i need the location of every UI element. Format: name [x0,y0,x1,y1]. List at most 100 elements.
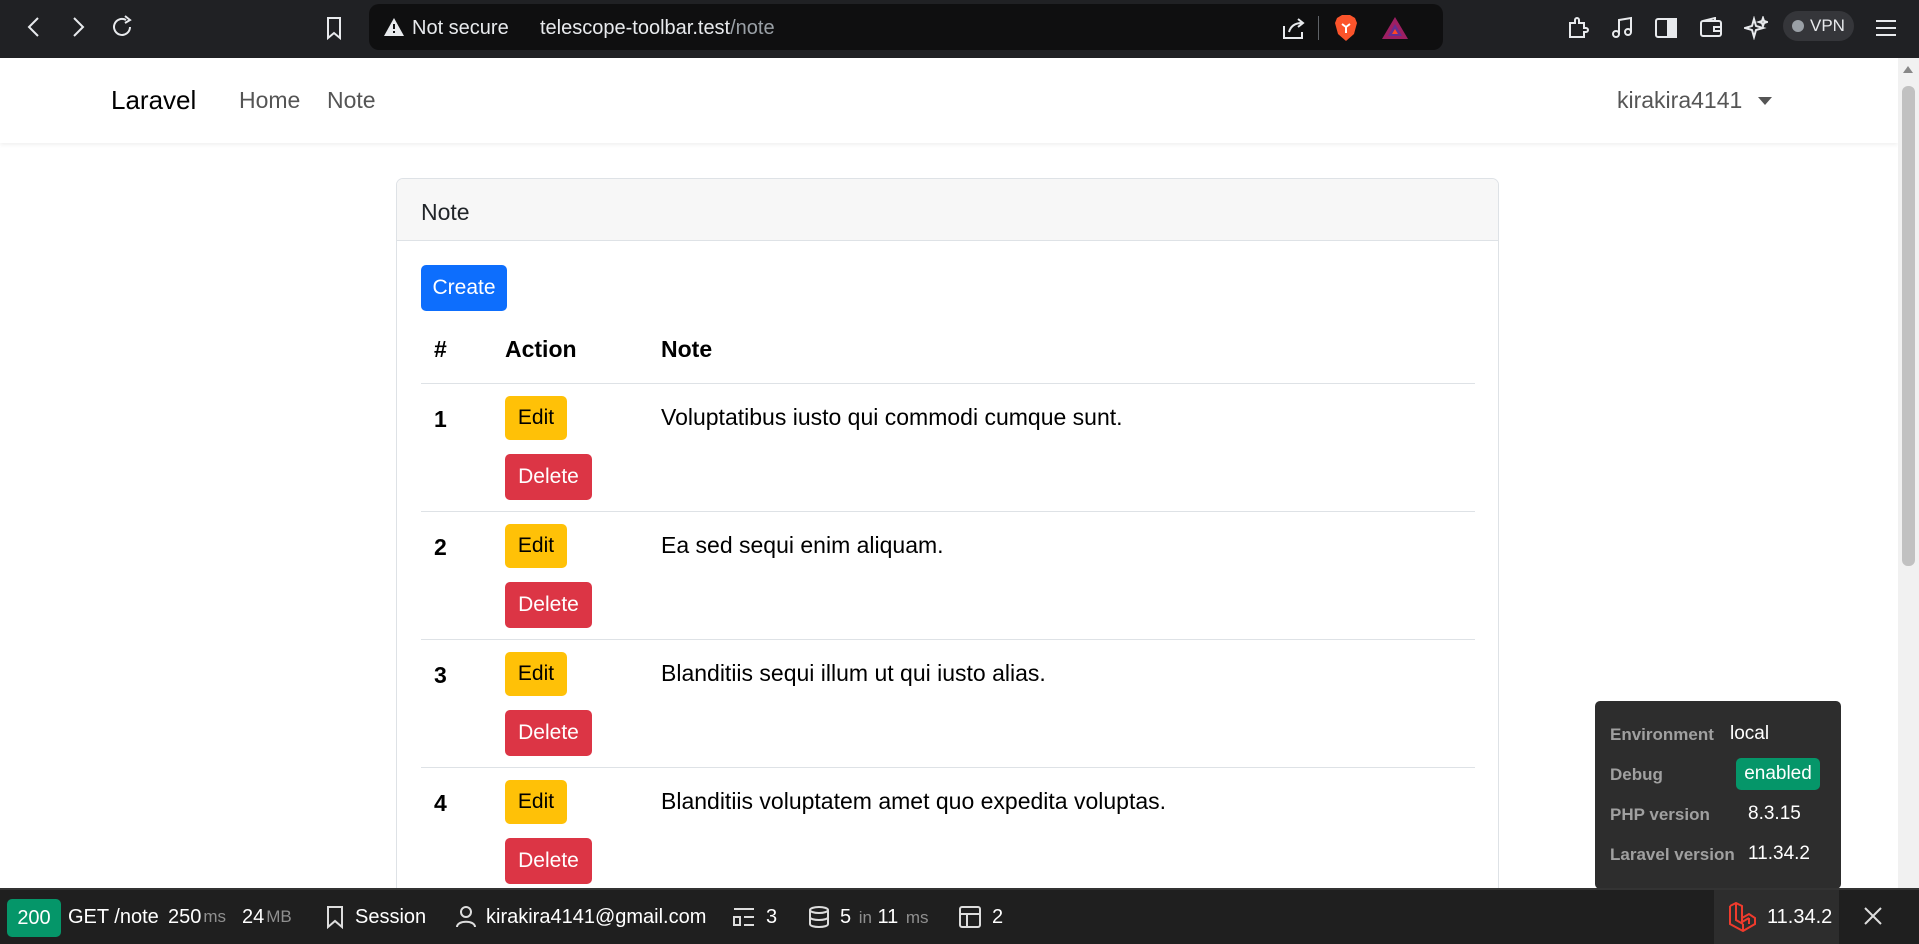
media-icon[interactable] [1609,14,1637,42]
scroll-up-arrow-icon[interactable] [1903,66,1913,73]
user-dropdown[interactable]: kirakira4141 [1617,87,1773,114]
queries-unit: ms [905,907,929,927]
database-icon [809,906,829,928]
user-email: kirakira4141@gmail.com [486,905,707,928]
queries-item[interactable]: 5 in 11 ms [808,890,928,944]
views-item[interactable]: 3 [732,890,777,944]
caret-down-icon [1758,96,1773,105]
nav-link-note[interactable]: Note [327,87,376,114]
scrollbar-thumb[interactable] [1902,86,1915,566]
security-label[interactable]: Not secure [412,17,509,40]
user-item[interactable]: kirakira4141@gmail.com [455,890,706,944]
laravel-version-label: Laravel version [1610,845,1735,864]
url-text[interactable]: telescope-toolbar.test/note [540,17,775,40]
laravel-version-value: 11.34.2 [1748,843,1810,864]
column-header-id: # [434,336,447,362]
column-header-action: Action [505,336,577,362]
queries-count: 5 [840,905,852,928]
row-note: Ea sed sequi enim aliquam. [661,532,944,558]
forward-icon[interactable] [63,12,93,42]
table-row: 3 Edit Delete Blanditiis sequi illum ut … [421,640,1475,768]
row-id: 3 [434,662,447,688]
table-row: 2 Edit Delete Ea sed sequi enim aliquam. [421,512,1475,640]
edit-button[interactable]: Edit [505,524,567,568]
menu-icon[interactable] [1872,14,1900,42]
bookmark-icon[interactable] [324,16,344,45]
app-navbar: Laravel Home Note kirakira4141 [0,58,1898,143]
duration-item[interactable]: 250 ms [168,890,226,944]
delete-button[interactable]: Delete [505,710,592,756]
memory-item[interactable]: 24 MB [242,890,292,944]
table-row: 1 Edit Delete Voluptatibus iusto qui com… [421,384,1475,512]
leo-ai-icon[interactable] [1742,14,1770,42]
row-id: 2 [434,534,447,560]
environment-value: local [1730,723,1770,744]
brave-shield-icon[interactable] [1333,14,1359,42]
vpn-label: VPN [1810,16,1845,35]
memory-unit: MB [266,907,292,926]
table-row: 4 Edit Delete Blanditiis voluptatem amet… [421,768,1475,896]
sidebar-icon[interactable] [1652,14,1680,42]
telescope-info-popup: Environment local Debug enabled PHP vers… [1595,701,1841,889]
row-note: Voluptatibus iusto qui commodi cumque su… [661,404,1123,430]
row-id: 1 [434,406,447,432]
address-bar[interactable]: Not secure telescope-toolbar.test/note [327,4,1443,50]
wallet-icon[interactable] [1697,14,1725,42]
user-icon [456,906,476,928]
debug-badge: enabled [1736,758,1820,790]
nav-link-home[interactable]: Home [239,87,300,114]
request-label: GET /note [68,905,159,928]
models-count: 2 [992,905,1004,928]
vpn-button[interactable]: VPN [1783,11,1854,41]
row-note: Blanditiis sequi illum ut qui iusto alia… [661,660,1046,686]
edit-button[interactable]: Edit [505,780,567,824]
browser-chrome: Not secure telescope-toolbar.test/note V… [0,0,1919,58]
memory-value: 24 [242,905,265,928]
session-item[interactable]: Session [326,890,426,944]
debug-label: Debug [1610,765,1663,784]
environment-label: Environment [1610,725,1714,744]
delete-button[interactable]: Delete [505,582,592,628]
column-header-note: Note [661,336,713,362]
queries-in: in [858,907,872,927]
extensions-icon[interactable] [1564,14,1592,42]
table-header: # Action Note [421,336,1475,384]
models-item[interactable]: 2 [958,890,1003,944]
reload-icon[interactable] [107,12,137,42]
telescope-toolbar: 200 GET /note 250 ms 24 MB Session kirakir… [0,888,1919,944]
status-badge[interactable]: 200 [7,899,61,937]
back-icon[interactable] [19,12,49,42]
separator [1318,16,1319,40]
rewards-icon[interactable] [1381,16,1409,40]
delete-button[interactable]: Delete [505,454,592,500]
url-host: telescope-toolbar.test [540,17,731,39]
close-icon[interactable] [1862,905,1884,927]
models-icon [959,906,981,928]
views-icon [733,908,754,926]
row-note: Blanditiis voluptatem amet quo expedita … [661,788,1167,814]
laravel-logo-icon [1729,902,1756,932]
edit-button[interactable]: Edit [505,396,567,440]
note-card: Note Create # Action Note 1 Edit Delete … [396,178,1499,898]
session-label: Session [355,905,427,928]
queries-time: 11 [877,905,899,928]
request-item[interactable]: GET /note [68,890,159,944]
duration-value: 250 [168,905,202,928]
views-count: 3 [766,905,778,928]
card-header: Note [397,179,1498,241]
vpn-status-icon [1792,20,1804,32]
delete-button[interactable]: Delete [505,838,592,884]
url-path: /note [730,17,775,39]
row-id: 4 [434,790,447,816]
bookmark-icon [327,906,343,929]
navbar-brand[interactable]: Laravel [111,85,196,116]
page-scrollbar[interactable] [1898,58,1919,888]
user-name: kirakira4141 [1617,87,1743,113]
create-button[interactable]: Create [421,265,507,311]
laravel-version-item[interactable]: 11.34.2 [1714,890,1839,944]
duration-unit: ms [203,907,227,926]
warning-icon[interactable] [383,17,405,42]
share-icon[interactable] [1281,16,1307,45]
php-version-label: PHP version [1610,805,1710,824]
edit-button[interactable]: Edit [505,652,567,696]
